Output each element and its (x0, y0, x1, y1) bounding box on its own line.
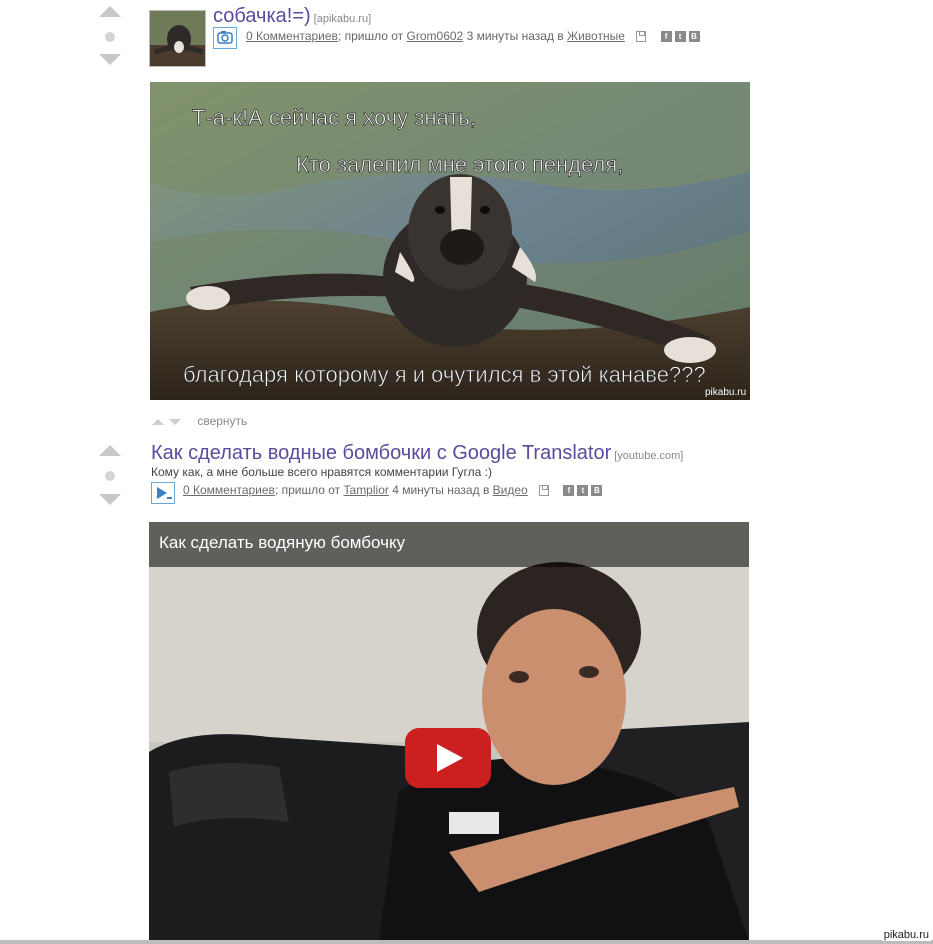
save-icon[interactable] (636, 31, 647, 43)
image-watermark: pikabu.ru (705, 387, 746, 398)
post-title[interactable]: собачка!=) [apikabu.ru] (213, 5, 371, 28)
from-text: ; пришло от (274, 483, 341, 497)
bottom-divider (0, 940, 933, 944)
rating-dot (105, 32, 115, 42)
twitter-share-icon[interactable]: t (577, 485, 589, 497)
category-link[interactable]: Животные (567, 29, 625, 43)
video-player[interactable]: Как сделать водяную бомбочку (149, 522, 749, 942)
post-source: [apikabu.ru] (313, 13, 372, 25)
from-text: ; пришло от (337, 29, 404, 43)
dog-thumbnail-image (150, 11, 205, 66)
vote-widget (99, 443, 123, 507)
youtube-play-icon[interactable] (405, 728, 491, 788)
author-link[interactable]: Grom0602 (407, 29, 464, 43)
comments-link[interactable]: 0 Комментариев (246, 29, 338, 43)
post-title-text[interactable]: собачка!=) (213, 5, 311, 27)
post-image[interactable]: Т-а-к!А сейчас я хочу знать, Кто залепил… (150, 82, 750, 400)
image-type-icon (213, 27, 237, 49)
post-title[interactable]: Как сделать водные бомбочки с Google Tra… (151, 442, 683, 465)
post-title-text[interactable]: Как сделать водные бомбочки с Google Tra… (151, 442, 611, 464)
facebook-share-icon[interactable]: f (660, 31, 672, 43)
upvote-button[interactable] (99, 445, 121, 456)
collapse-bar: свернуть (152, 414, 247, 428)
footer-watermark: pikabu.ru (881, 929, 931, 941)
video-type-icon (151, 482, 175, 504)
image-caption-line3: благодаря которому я и очутился в этой к… (183, 362, 706, 387)
time-text: 4 минуты назад в (392, 483, 490, 497)
post-thumbnail[interactable] (149, 10, 206, 67)
vk-share-icon[interactable]: B (688, 31, 700, 43)
author-link[interactable]: Tamplior (344, 483, 389, 497)
post-meta: 0 Комментариев; пришло от Tamplior 4 мин… (183, 483, 603, 497)
video-title: Как сделать водяную бомбочку (159, 533, 406, 552)
save-icon[interactable] (539, 485, 550, 497)
vk-share-icon[interactable]: B (591, 485, 603, 497)
vote-widget (99, 4, 123, 65)
upvote-button[interactable] (99, 6, 121, 17)
image-caption-line2: Кто залепил мне этого пенделя, (296, 152, 623, 177)
collapse-link[interactable]: свернуть (197, 414, 247, 428)
video-thumbnail-image: Как сделать водяную бомбочку (149, 522, 749, 942)
twitter-share-icon[interactable]: t (674, 31, 686, 43)
facebook-share-icon[interactable]: f (563, 485, 575, 497)
downvote-button[interactable] (99, 54, 121, 65)
post-description: Кому как, а мне больше всего нравятся ко… (151, 465, 492, 479)
post-source: [youtube.com] (614, 450, 684, 462)
image-caption-line1: Т-а-к!А сейчас я хочу знать, (192, 105, 476, 130)
downvote-button[interactable] (99, 494, 121, 505)
rating-dot (105, 471, 115, 481)
comments-link[interactable]: 0 Комментариев (183, 483, 275, 497)
category-link[interactable]: Видео (493, 483, 528, 497)
post-meta: 0 Комментариев; пришло от Grom0602 3 мин… (246, 29, 700, 43)
dog-in-ditch-image: Т-а-к!А сейчас я хочу знать, Кто залепил… (150, 82, 750, 400)
mini-vote-arrows[interactable] (152, 414, 186, 428)
time-text: 3 минуты назад в (466, 29, 564, 43)
